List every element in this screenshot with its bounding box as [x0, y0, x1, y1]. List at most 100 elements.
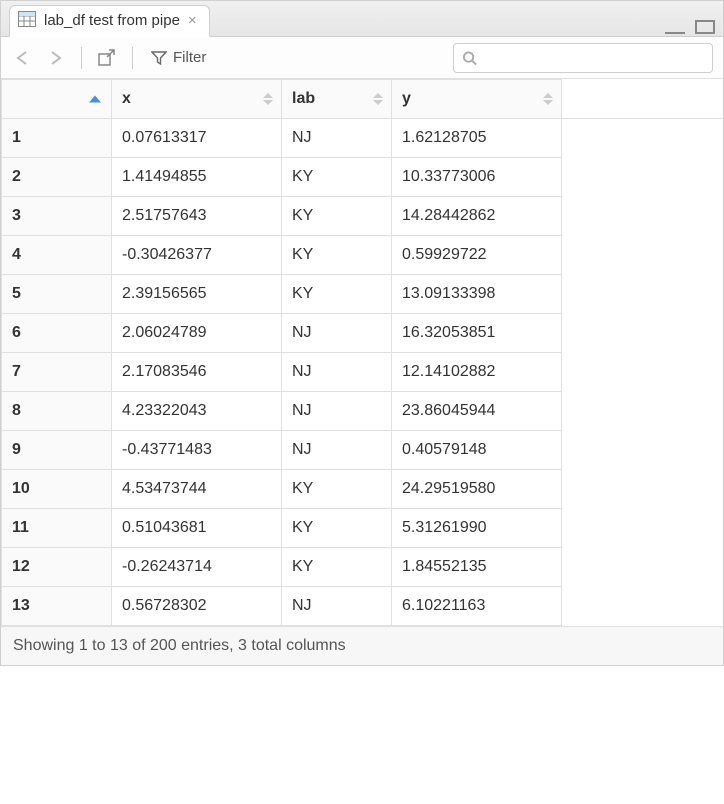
- cell-y[interactable]: 6.10221163: [392, 587, 562, 626]
- cell-lab[interactable]: KY: [282, 509, 392, 548]
- row-number: 6: [2, 314, 112, 353]
- cell-x[interactable]: 0.56728302: [112, 587, 282, 626]
- cell-lab[interactable]: NJ: [282, 119, 392, 158]
- row-number: 9: [2, 431, 112, 470]
- popout-button[interactable]: [94, 45, 120, 71]
- cell-x[interactable]: 2.51757643: [112, 197, 282, 236]
- table-row[interactable]: 4-0.30426377KY0.59929722: [2, 236, 724, 275]
- cell-y[interactable]: 0.59929722: [392, 236, 562, 275]
- cell-lab[interactable]: KY: [282, 470, 392, 509]
- sort-asc-icon: [89, 96, 101, 103]
- cell-lab[interactable]: NJ: [282, 431, 392, 470]
- row-number: 4: [2, 236, 112, 275]
- cell-x[interactable]: 4.53473744: [112, 470, 282, 509]
- cell-y[interactable]: 14.28442862: [392, 197, 562, 236]
- cell-x[interactable]: 4.23322043: [112, 392, 282, 431]
- cell-lab[interactable]: KY: [282, 197, 392, 236]
- cell-y[interactable]: 10.33773006: [392, 158, 562, 197]
- table-row[interactable]: 12-0.26243714KY1.84552135: [2, 548, 724, 587]
- table-row[interactable]: 104.53473744KY24.29519580: [2, 470, 724, 509]
- separator: [132, 47, 133, 69]
- cell-lab[interactable]: KY: [282, 158, 392, 197]
- table-row[interactable]: 10.07613317NJ1.62128705: [2, 119, 724, 158]
- cell-y[interactable]: 5.31261990: [392, 509, 562, 548]
- col-header-rownum[interactable]: [2, 80, 112, 119]
- cell-lab[interactable]: NJ: [282, 314, 392, 353]
- cell-lab[interactable]: KY: [282, 236, 392, 275]
- table-row[interactable]: 21.41494855KY10.33773006: [2, 158, 724, 197]
- sort-icon: [263, 93, 273, 105]
- filter-label: Filter: [173, 49, 206, 66]
- forward-button[interactable]: [43, 45, 69, 71]
- tab-lab-df[interactable]: lab_df test from pipe ×: [9, 5, 210, 37]
- row-number: 10: [2, 470, 112, 509]
- filter-button[interactable]: Filter: [145, 47, 212, 68]
- cell-x[interactable]: -0.26243714: [112, 548, 282, 587]
- col-header-empty: [562, 80, 724, 119]
- header-row: x lab y: [2, 80, 724, 119]
- row-number: 2: [2, 158, 112, 197]
- row-number: 12: [2, 548, 112, 587]
- cell-empty: [562, 548, 724, 587]
- table-row[interactable]: 32.51757643KY14.28442862: [2, 197, 724, 236]
- window-controls: [665, 20, 715, 34]
- cell-lab[interactable]: KY: [282, 548, 392, 587]
- tab-bar: lab_df test from pipe ×: [1, 1, 723, 37]
- cell-empty: [562, 275, 724, 314]
- table-row[interactable]: 72.17083546NJ12.14102882: [2, 353, 724, 392]
- cell-lab[interactable]: NJ: [282, 353, 392, 392]
- cell-y[interactable]: 24.29519580: [392, 470, 562, 509]
- col-header-y[interactable]: y: [392, 80, 562, 119]
- row-number: 3: [2, 197, 112, 236]
- funnel-icon: [151, 50, 167, 66]
- table-row[interactable]: 9-0.43771483NJ0.40579148: [2, 431, 724, 470]
- cell-x[interactable]: -0.30426377: [112, 236, 282, 275]
- row-number: 5: [2, 275, 112, 314]
- col-header-lab[interactable]: lab: [282, 80, 392, 119]
- cell-x[interactable]: 2.17083546: [112, 353, 282, 392]
- row-number: 11: [2, 509, 112, 548]
- cell-y[interactable]: 1.62128705: [392, 119, 562, 158]
- data-viewer-panel: lab_df test from pipe × Filter: [0, 0, 724, 666]
- cell-empty: [562, 314, 724, 353]
- cell-x[interactable]: 2.39156565: [112, 275, 282, 314]
- cell-lab[interactable]: NJ: [282, 392, 392, 431]
- table-row[interactable]: 110.51043681KY5.31261990: [2, 509, 724, 548]
- back-button[interactable]: [11, 45, 37, 71]
- cell-x[interactable]: 0.07613317: [112, 119, 282, 158]
- status-bar: Showing 1 to 13 of 200 entries, 3 total …: [1, 626, 723, 665]
- cell-y[interactable]: 23.86045944: [392, 392, 562, 431]
- table-row[interactable]: 62.06024789NJ16.32053851: [2, 314, 724, 353]
- row-number: 13: [2, 587, 112, 626]
- sort-icon: [373, 93, 383, 105]
- cell-y[interactable]: 0.40579148: [392, 431, 562, 470]
- col-header-x[interactable]: x: [112, 80, 282, 119]
- cell-lab[interactable]: KY: [282, 275, 392, 314]
- cell-x[interactable]: 0.51043681: [112, 509, 282, 548]
- data-grid[interactable]: x lab y 10.07613317NJ1.6212870521.414948…: [1, 79, 723, 626]
- search-input[interactable]: [477, 48, 704, 67]
- cell-y[interactable]: 12.14102882: [392, 353, 562, 392]
- cell-y[interactable]: 1.84552135: [392, 548, 562, 587]
- toolbar: Filter: [1, 37, 723, 79]
- table-icon: [18, 11, 36, 31]
- cell-x[interactable]: 2.06024789: [112, 314, 282, 353]
- separator: [81, 47, 82, 69]
- cell-x[interactable]: -0.43771483: [112, 431, 282, 470]
- cell-empty: [562, 236, 724, 275]
- cell-y[interactable]: 13.09133398: [392, 275, 562, 314]
- cell-empty: [562, 509, 724, 548]
- table-row[interactable]: 84.23322043NJ23.86045944: [2, 392, 724, 431]
- tab-title: lab_df test from pipe: [44, 12, 180, 29]
- cell-y[interactable]: 16.32053851: [392, 314, 562, 353]
- minimize-icon[interactable]: [665, 28, 685, 34]
- cell-lab[interactable]: NJ: [282, 587, 392, 626]
- search-box[interactable]: [453, 43, 713, 73]
- table-row[interactable]: 52.39156565KY13.09133398: [2, 275, 724, 314]
- cell-x[interactable]: 1.41494855: [112, 158, 282, 197]
- tab-close-icon[interactable]: ×: [188, 13, 197, 28]
- maximize-icon[interactable]: [695, 20, 715, 34]
- table-row[interactable]: 130.56728302NJ6.10221163: [2, 587, 724, 626]
- sort-icon: [543, 93, 553, 105]
- cell-empty: [562, 431, 724, 470]
